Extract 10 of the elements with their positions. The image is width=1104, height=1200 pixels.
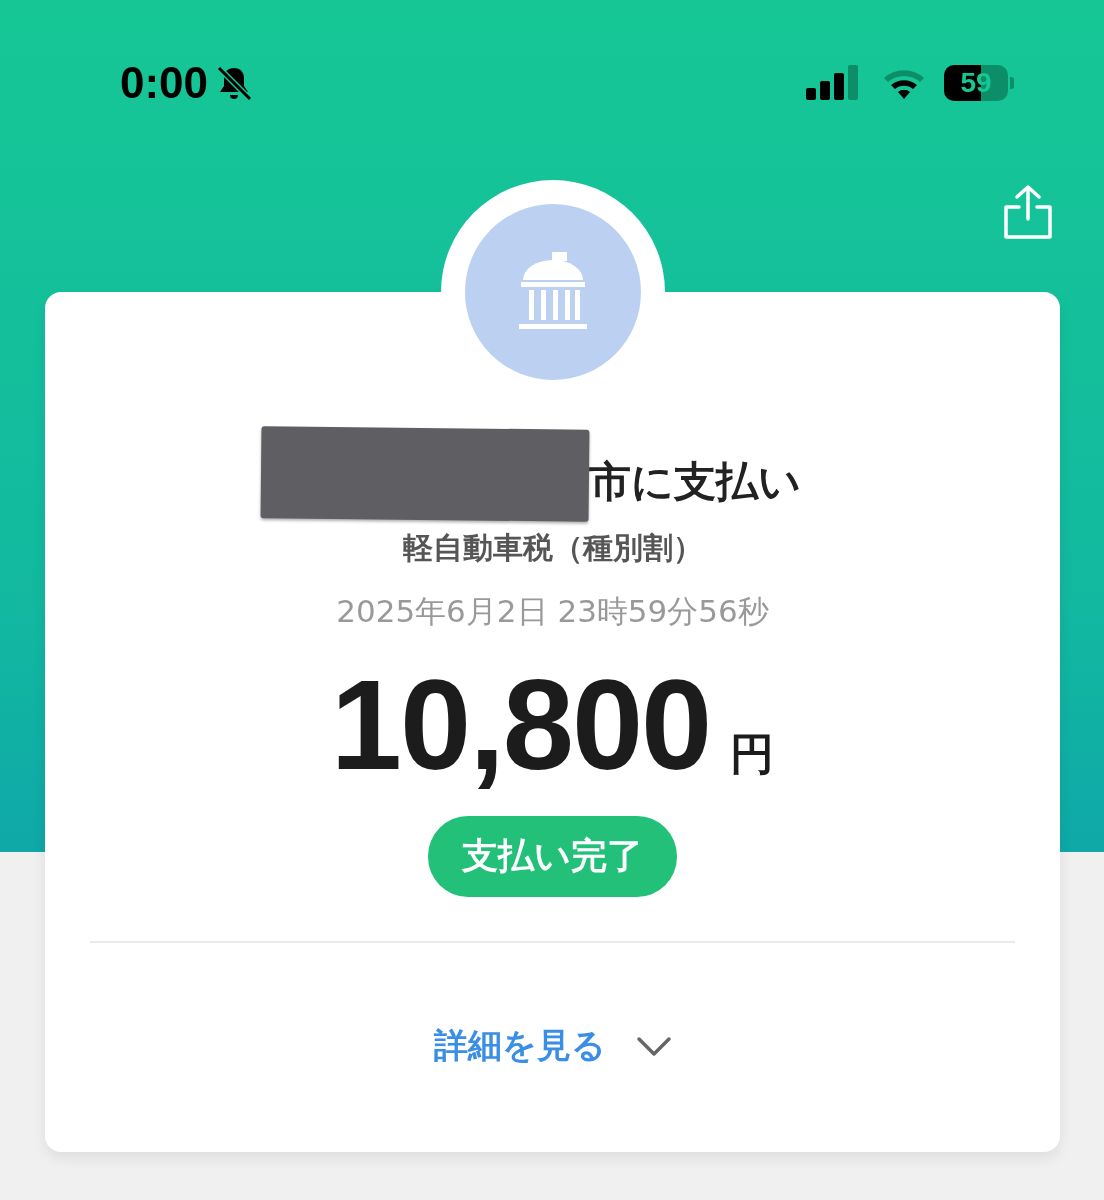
- payment-datetime: 2025年6月2日 23時59分56秒: [336, 592, 769, 631]
- payee-title: 市に支払い: [588, 456, 801, 508]
- details-link[interactable]: 詳細を見る: [433, 1023, 672, 1069]
- tax-type: 軽自動車税（種別割）: [402, 529, 703, 567]
- chevron-down-icon: [635, 1035, 672, 1057]
- status-time: 0:00: [120, 57, 209, 108]
- payment-amount: 10,800: [330, 652, 711, 798]
- share-icon[interactable]: [1002, 183, 1054, 239]
- status-badge: 支払い完了: [428, 816, 677, 897]
- currency-unit: 円: [730, 727, 775, 781]
